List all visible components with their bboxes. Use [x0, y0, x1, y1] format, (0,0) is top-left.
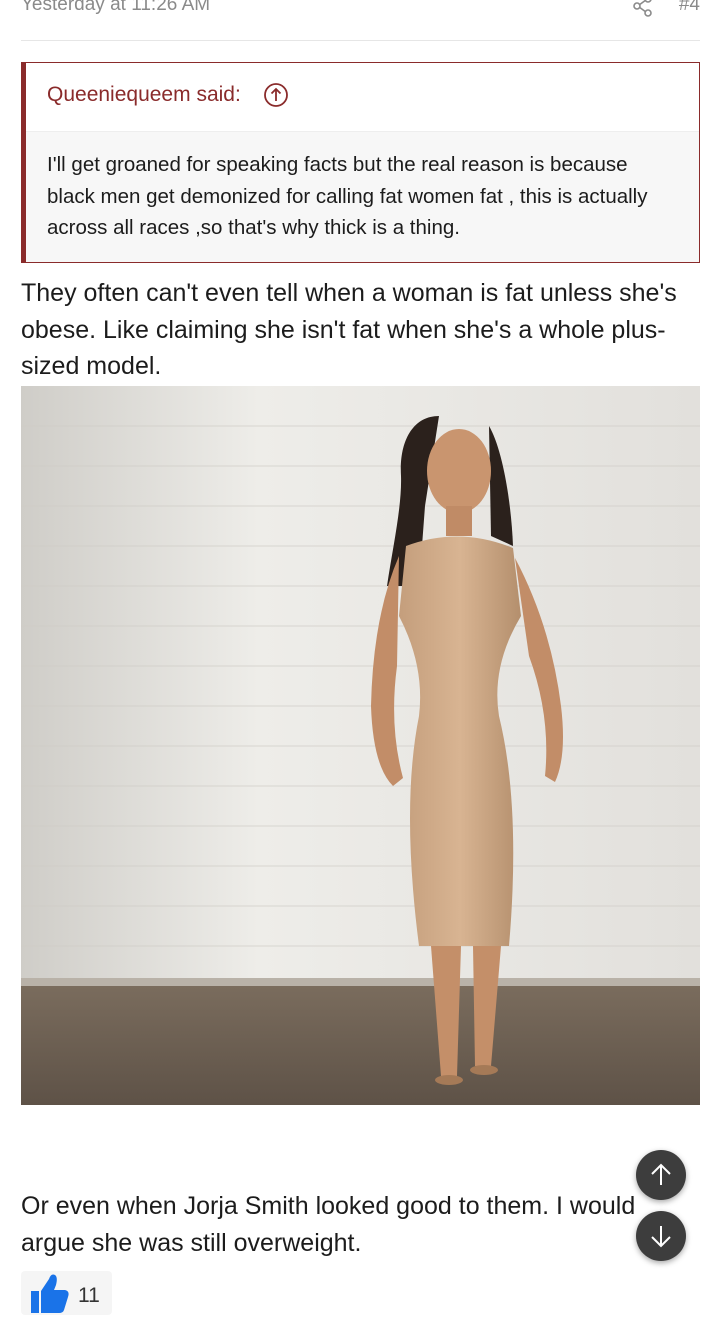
scroll-to-bottom-button[interactable]	[636, 1211, 686, 1261]
reaction-summary[interactable]: 11	[21, 1271, 112, 1315]
scroll-to-top-button[interactable]	[636, 1150, 686, 1200]
post-image[interactable]	[21, 386, 700, 1105]
arrow-up-circle-icon[interactable]	[263, 82, 289, 108]
quote-text: I'll get groaned for speaking facts but …	[47, 153, 648, 239]
quote-block: Queeniequeem said: I'll get groaned for …	[21, 62, 700, 263]
share-icon[interactable]	[631, 0, 655, 18]
post-date[interactable]: Yesterday at 11:26 AM	[21, 0, 210, 20]
reaction-count: 11	[78, 1284, 100, 1307]
post-number-link[interactable]: #4	[679, 0, 700, 20]
quote-header: Queeniequeem said:	[26, 63, 699, 132]
post-paragraph: Or even when Jorja Smith looked good to …	[21, 1192, 636, 1257]
post-meta-bar: Yesterday at 11:26 AM #4	[21, 0, 700, 41]
post-paragraph: They often can't even tell when a woman …	[21, 279, 677, 380]
quote-author-link[interactable]: Queeniequeem said:	[47, 83, 241, 107]
thumbs-up-icon	[27, 1271, 71, 1320]
